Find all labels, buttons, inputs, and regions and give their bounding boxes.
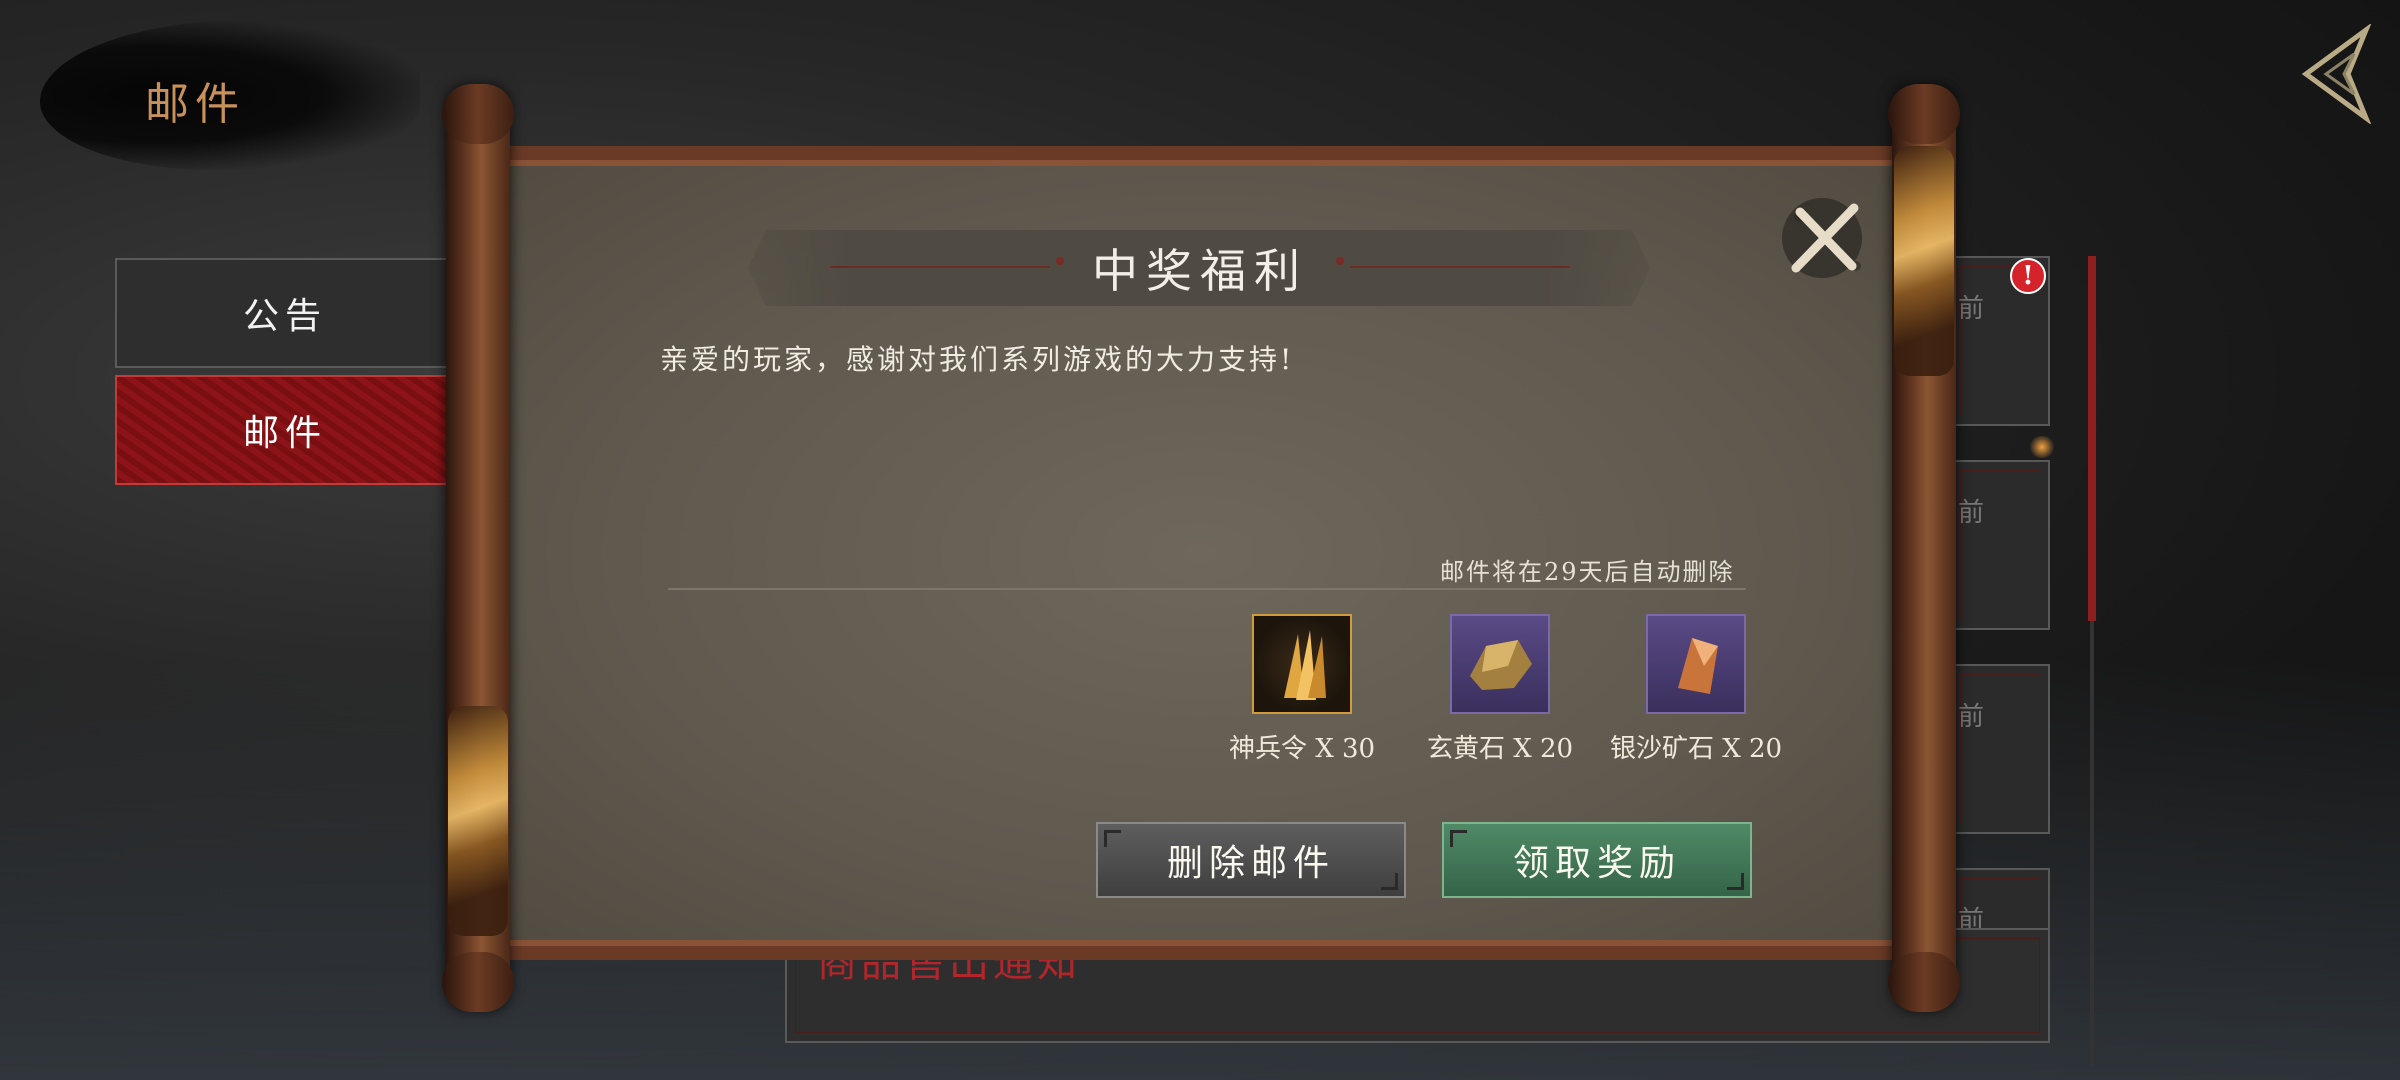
alert-badge-icon: ! bbox=[2010, 258, 2046, 294]
back-arrow-icon[interactable] bbox=[2296, 24, 2376, 124]
amber-crystal-icon[interactable] bbox=[1646, 614, 1746, 714]
sidebar-item-mail[interactable]: 邮件 bbox=[115, 375, 455, 485]
sidebar-item-notice[interactable]: 公告 bbox=[115, 258, 455, 368]
gold-ore-icon[interactable] bbox=[1450, 614, 1550, 714]
sidebar-item-label: 邮件 bbox=[242, 413, 327, 454]
banner-ornament bbox=[830, 266, 1050, 268]
sidebar-item-label: 公告 bbox=[242, 296, 327, 337]
close-icon[interactable] bbox=[1770, 186, 1880, 286]
delete-mail-button[interactable]: 删除邮件 bbox=[1096, 822, 1406, 898]
mail-card[interactable]: 前 bbox=[1950, 460, 2050, 630]
spear-token-icon[interactable] bbox=[1252, 614, 1352, 714]
mail-card-text: 前 bbox=[1958, 498, 1985, 528]
mail-card[interactable]: 前 bbox=[1950, 664, 2050, 834]
claim-reward-label: 领取奖励 bbox=[1512, 843, 1681, 884]
reward-label: 玄黄石 X 20 bbox=[1426, 734, 1574, 764]
claim-reward-button[interactable]: 领取奖励 bbox=[1442, 822, 1752, 898]
page-title: 邮件 bbox=[145, 79, 245, 130]
scroll-rod-left bbox=[442, 84, 514, 1012]
mail-card-text: 前 bbox=[1958, 702, 1985, 732]
mail-card-text: 前 bbox=[1958, 294, 1985, 324]
delete-mail-label: 删除邮件 bbox=[1166, 843, 1335, 884]
reward-label: 神兵令 X 30 bbox=[1228, 734, 1376, 764]
mail-message: 亲爱的玩家，感谢对我们系列游戏的大力支持! bbox=[660, 343, 1295, 376]
divider bbox=[668, 588, 1746, 590]
dialog-title: 中奖福利 bbox=[1092, 244, 1308, 298]
banner-ornament bbox=[1350, 266, 1570, 268]
expire-notice: 邮件将在29天后自动删除 bbox=[1440, 558, 1735, 586]
scrollbar-thumb[interactable] bbox=[2088, 256, 2096, 621]
scroll-rod-right bbox=[1888, 84, 1960, 1012]
reward-label: 银沙矿石 X 20 bbox=[1609, 734, 1783, 764]
glow-decoration bbox=[2028, 436, 2056, 458]
